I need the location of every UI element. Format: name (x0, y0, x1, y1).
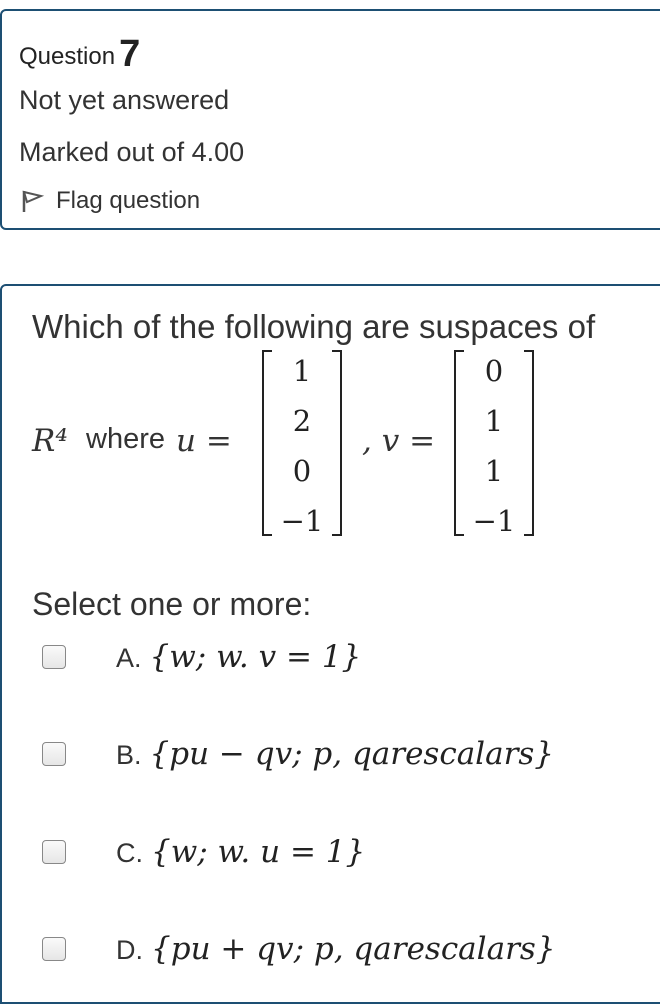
v-entry-4: −1 (472, 504, 516, 538)
question-content-panel: Which of the following are suspaces of R… (0, 284, 660, 1004)
option-a-math: {w; w. v = 1} (149, 639, 362, 675)
flag-question-label: Flag question (56, 187, 201, 214)
u-entry-4: −1 (280, 504, 324, 538)
question-number: 7 (119, 33, 141, 75)
select-instruction: Select one or more: (32, 586, 312, 622)
option-a[interactable]: A. {w; w. v = 1} (42, 632, 361, 682)
question-state: Not yet answered (19, 85, 230, 115)
math-space: R⁴ (32, 423, 68, 459)
option-c[interactable]: C. {w; w. u = 1} (42, 827, 365, 877)
option-c-math: {w; w. u = 1} (151, 834, 366, 870)
v-equals: , v = (362, 423, 436, 459)
option-b[interactable]: B. {pu − qv; p, qarescalars} (42, 729, 554, 779)
option-b-checkbox[interactable] (42, 742, 66, 766)
u-entry-3: 0 (292, 454, 312, 488)
option-d[interactable]: D. {pu + qv; p, qarescalars} (42, 924, 556, 974)
question-math: R⁴ where u = 1 2 0 −1 , v = 0 1 1 −1 (32, 346, 652, 546)
flag-question-link[interactable]: Flag question (19, 187, 200, 215)
where-text: where (86, 423, 165, 455)
flag-icon (22, 190, 45, 212)
question-grade: Marked out of 4.00 (19, 137, 245, 167)
v-entry-1: 0 (484, 354, 504, 388)
question-label: Question (19, 43, 116, 70)
v-entry-2: 1 (484, 404, 504, 438)
u-entry-1: 1 (292, 354, 312, 388)
option-d-label: D. {pu + qv; p, qarescalars} (116, 931, 556, 967)
option-d-math: {pu + qv; p, qarescalars} (151, 931, 556, 967)
option-a-letter: A. (116, 643, 142, 673)
u-entry-2: 2 (292, 404, 312, 438)
v-vector: 0 1 1 −1 (454, 350, 534, 540)
option-a-label: A. {w; w. v = 1} (116, 639, 361, 675)
u-equals: u = (176, 423, 232, 459)
option-d-checkbox[interactable] (42, 937, 66, 961)
option-a-checkbox[interactable] (42, 645, 66, 669)
option-c-label: C. {w; w. u = 1} (116, 834, 365, 870)
option-c-letter: C. (116, 838, 143, 868)
option-b-label: B. {pu − qv; p, qarescalars} (116, 736, 554, 772)
option-d-letter: D. (116, 935, 143, 965)
option-b-letter: B. (116, 740, 142, 770)
option-c-checkbox[interactable] (42, 840, 66, 864)
question-heading: Question 7 (19, 31, 141, 75)
question-text: Which of the following are suspaces of (32, 308, 596, 345)
v-entry-3: 1 (484, 454, 504, 488)
option-b-math: {pu − qv; p, qarescalars} (149, 736, 555, 772)
question-info-panel: Question 7 Not yet answered Marked out of… (0, 9, 660, 230)
u-vector: 1 2 0 −1 (262, 350, 342, 540)
